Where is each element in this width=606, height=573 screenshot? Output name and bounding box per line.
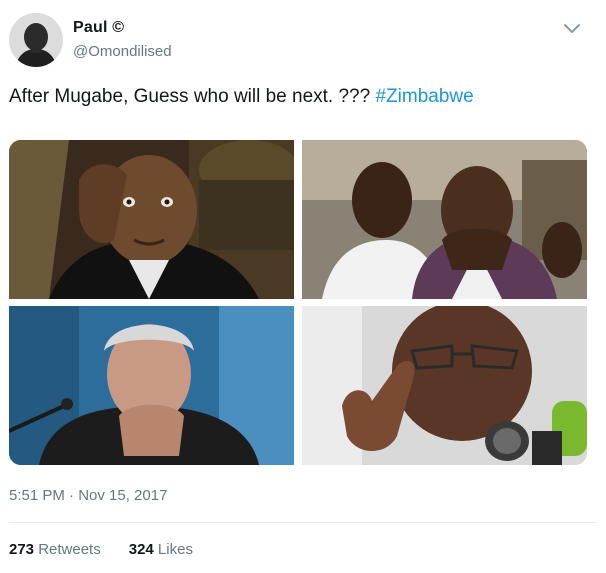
likes-stat[interactable]: 324 Likes — [129, 541, 193, 558]
hashtag-link[interactable]: #Zimbabwe — [375, 86, 473, 107]
likes-label: Likes — [153, 541, 193, 558]
photo-grid — [9, 140, 587, 465]
author-handle[interactable]: @Omondilised — [73, 43, 172, 60]
tweet-timestamp[interactable]: 5:51 PM · Nov 15, 2017 — [9, 487, 167, 504]
tweet-photo-4[interactable] — [302, 306, 587, 465]
tweet-body: After Mugabe, Guess who will be next. ??… — [9, 86, 376, 107]
avatar[interactable] — [9, 13, 63, 67]
author-name[interactable]: Paul © — [73, 19, 124, 37]
retweets-count: 273 — [9, 541, 35, 558]
tweet-text: After Mugabe, Guess who will be next. ??… — [9, 86, 474, 108]
chevron-down-icon[interactable] — [563, 22, 581, 36]
tweet-photo-3[interactable] — [9, 306, 294, 465]
retweets-label: Retweets — [34, 541, 101, 558]
tweet-photo-1[interactable] — [9, 140, 294, 299]
tweet-photo-2[interactable] — [302, 140, 587, 299]
avatar-image — [9, 13, 63, 67]
tweet-stats: 273 Retweets 324 Likes — [9, 541, 193, 558]
divider — [9, 522, 597, 523]
likes-count: 324 — [128, 541, 154, 558]
retweets-stat[interactable]: 273 Retweets — [9, 541, 101, 558]
